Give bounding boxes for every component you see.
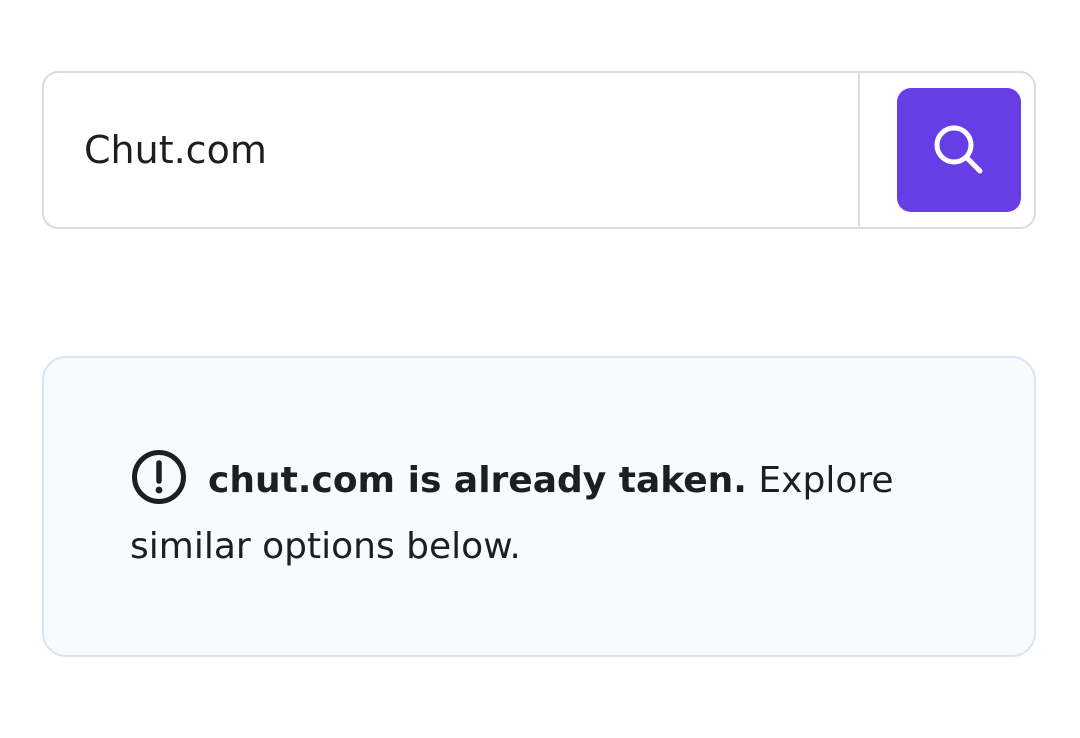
domain-search-bar <box>42 71 1036 229</box>
domain-search-input[interactable] <box>44 73 858 227</box>
search-button[interactable] <box>897 88 1021 212</box>
domain-taken-notice: chut.com is already taken. Explore simil… <box>42 356 1036 657</box>
notice-message: chut.com is already taken. Explore simil… <box>130 448 930 580</box>
search-divider <box>858 73 860 227</box>
notice-strong-text: chut.com is already taken. <box>208 460 747 501</box>
alert-circle-icon <box>132 450 186 504</box>
search-icon <box>934 125 983 174</box>
